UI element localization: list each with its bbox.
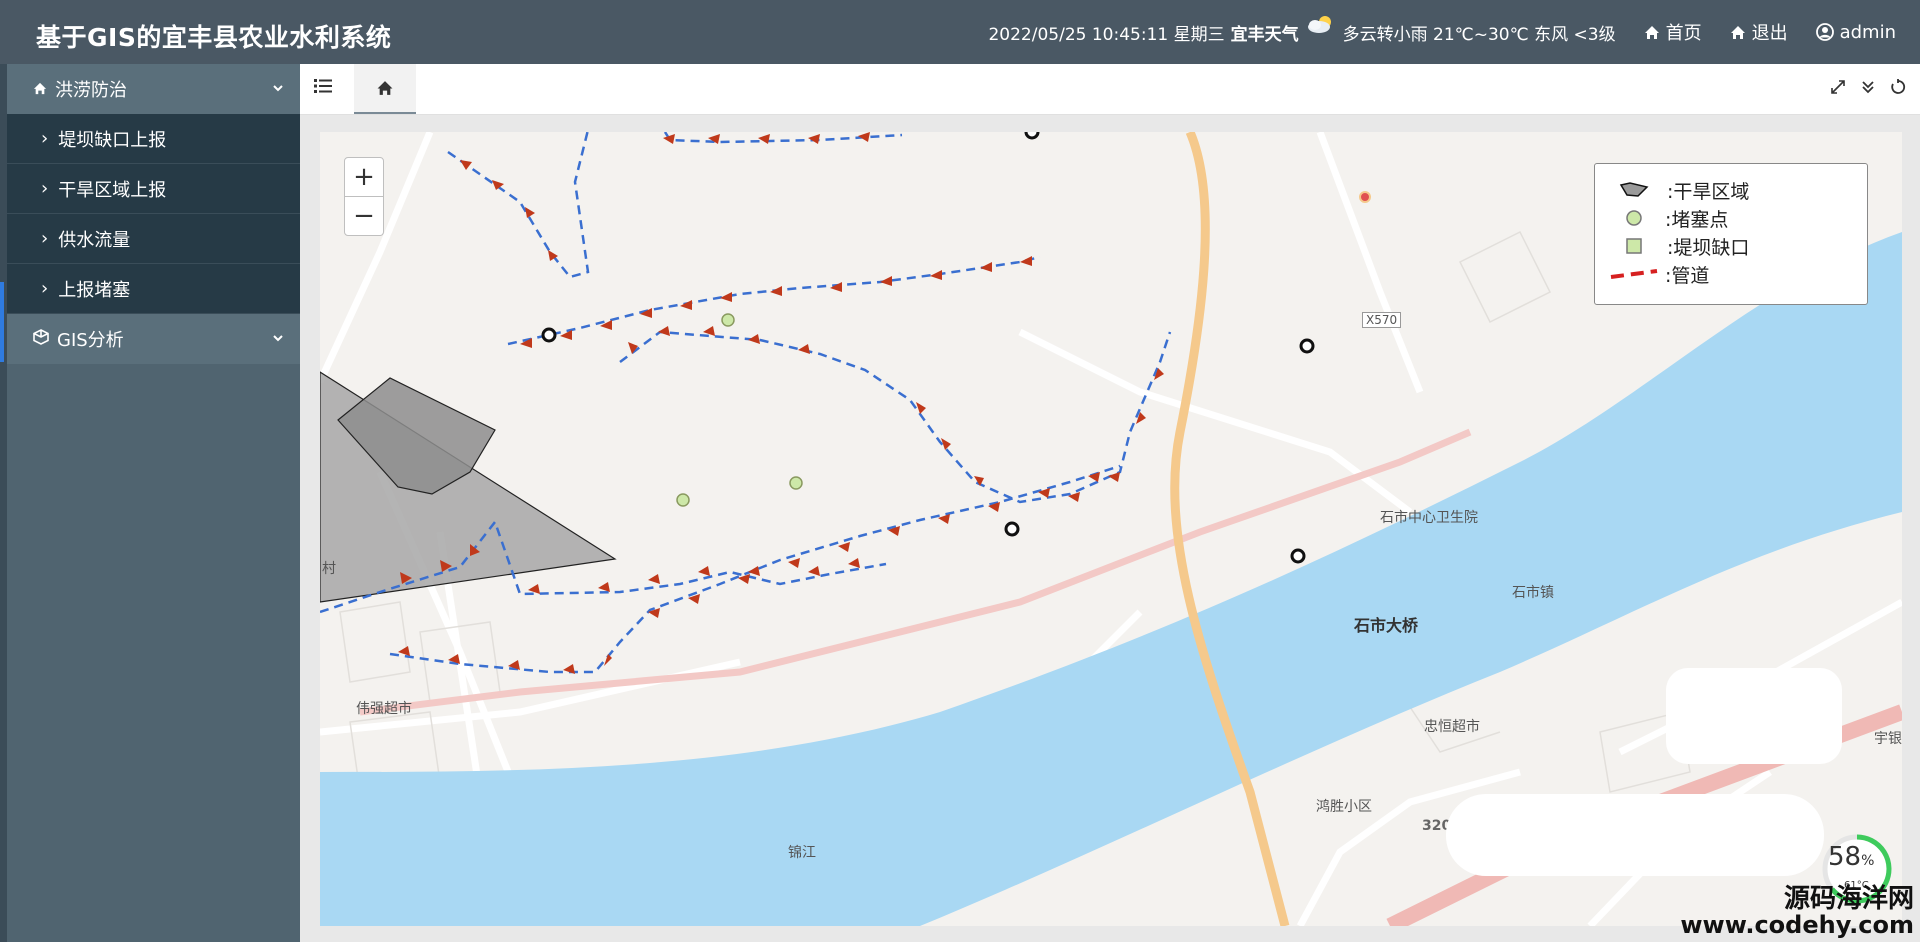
tab-bar (300, 64, 1920, 115)
logout-link[interactable]: 退出 (1730, 19, 1788, 45)
legend-label: :管道 (1665, 264, 1710, 287)
sidebar-item-water-flow[interactable]: › 供水流量 (7, 214, 300, 264)
top-header: 基于GIS的宜丰县农业水利系统 2022/05/25 10:45:11 星期三 … (0, 0, 1920, 64)
sidebar-item-blockage[interactable]: › 上报堵塞 (7, 264, 300, 314)
sidebar-item-dam-gap[interactable]: › 堤坝缺口上报 (7, 114, 300, 164)
watermark-line: www.codehy.com (1680, 910, 1914, 939)
sidebar-group-gis[interactable]: GIS分析 (7, 314, 300, 364)
app-title: 基于GIS的宜丰县农业水利系统 (36, 23, 392, 52)
active-marker (0, 282, 4, 362)
sidebar-group-label: 洪涝防治 (55, 80, 127, 101)
gis-map[interactable]: X570 石市中心卫生院 石市镇 石市大桥 伟强超市 忠恒超市 鸿胜小区 锦江 … (320, 132, 1902, 926)
polygon-icon (1609, 181, 1659, 199)
chevron-right-icon: › (41, 278, 49, 299)
tab-tools (1830, 79, 1906, 99)
chevron-right-icon: › (41, 128, 49, 149)
expand-icon (1831, 80, 1845, 94)
sidebar-group-label: GIS分析 (57, 330, 124, 351)
user-circle-icon (1815, 23, 1834, 41)
watermark-line: 源码海洋网 (1783, 883, 1914, 914)
home-icon (1644, 25, 1659, 39)
map-label-poi: 宇银 (1874, 731, 1902, 747)
gauge-percent: 58 (1828, 842, 1862, 872)
map-label-village: 村 (322, 561, 336, 577)
user-name: admin (1839, 21, 1896, 43)
sidebar-item-label: 供水流量 (58, 229, 131, 251)
home-link[interactable]: 首页 (1644, 19, 1702, 45)
tab-home[interactable] (354, 64, 416, 114)
header-right: 2022/05/25 10:45:11 星期三 宜丰天气 多云转小雨 21℃~3… (988, 0, 1896, 64)
datetime: 2022/05/25 10:45:11 星期三 (988, 24, 1225, 45)
chevron-right-icon: › (41, 228, 49, 249)
map-label-supermarket: 忠恒超市 (1424, 719, 1480, 735)
menu-toggle-button[interactable] (314, 78, 332, 98)
legend-item-dam-gap: :堤坝缺口 (1609, 232, 1749, 260)
legend-item-pipeline: :管道 (1609, 260, 1709, 288)
zoom-in-button[interactable]: + (345, 158, 383, 196)
map-label-town: 石市镇 (1512, 585, 1554, 601)
info-popup (1666, 668, 1842, 764)
zoom-out-button[interactable]: − (345, 196, 383, 235)
map-label-river: 锦江 (788, 845, 816, 861)
legend-item-drought: :干旱区域 (1609, 176, 1749, 204)
sidebar-item-label: 上报堵塞 (58, 279, 131, 301)
tab-options-button[interactable] (1860, 79, 1876, 99)
home-icon (1730, 25, 1745, 39)
watermark: 源码海洋网 www.codehy.com (1680, 883, 1914, 939)
home-link-label: 首页 (1665, 23, 1702, 44)
legend-label: :堤坝缺口 (1667, 236, 1750, 259)
gauge-unit: % (1861, 853, 1875, 869)
map-label-community: 鸿胜小区 (1316, 799, 1372, 815)
sidebar-submenu: › 堤坝缺口上报 › 干旱区域上报 › 供水流量 › 上报堵塞 (7, 114, 300, 314)
list-icon (314, 79, 332, 93)
sidebar-group-flood[interactable]: 洪涝防治 (7, 64, 300, 114)
home-icon (377, 81, 393, 95)
chevron-right-icon: › (41, 178, 49, 199)
dashed-line-icon (1609, 267, 1659, 281)
chevron-down-icon (272, 328, 284, 349)
map-label-supermarket: 伟强超市 (356, 701, 412, 717)
poi-marker (1359, 191, 1371, 203)
cube-icon (33, 328, 49, 350)
home-icon (33, 79, 47, 100)
chevron-down-icon (272, 78, 284, 99)
legend-label: :干旱区域 (1667, 180, 1750, 203)
map-label-clinic: 石市中心卫生院 (1380, 510, 1478, 526)
double-chevron-down-icon (1862, 81, 1874, 94)
info-popup (1446, 794, 1824, 876)
sidebar: 洪涝防治 › 堤坝缺口上报 › 干旱区域上报 › 供水流量 › 上报堵塞 GIS… (0, 64, 300, 942)
cloud-rain-icon (1305, 13, 1337, 42)
logout-link-label: 退出 (1751, 23, 1788, 44)
refresh-button[interactable] (1890, 79, 1906, 99)
refresh-icon (1891, 79, 1906, 94)
map-road-x570 (1170, 132, 1290, 926)
legend-label: :堵塞点 (1665, 208, 1729, 231)
circle-icon (1609, 208, 1659, 228)
fullscreen-button[interactable] (1830, 79, 1846, 99)
zoom-control: + − (344, 157, 384, 236)
sidebar-item-label: 堤坝缺口上报 (58, 129, 167, 151)
blockage-points[interactable] (676, 313, 803, 507)
legend-item-blockage: :堵塞点 (1609, 204, 1728, 232)
gauge-value: 58% (1828, 842, 1874, 872)
weather-label: 宜丰天气 (1230, 24, 1299, 45)
sidebar-strip (0, 64, 7, 942)
map-legend: :干旱区域 :堵塞点 :堤坝缺口 :管道 (1594, 163, 1868, 305)
weather-desc: 多云转小雨 21℃~30℃ 东风 <3级 (1342, 24, 1616, 45)
sidebar-item-drought[interactable]: › 干旱区域上报 (7, 164, 300, 214)
square-icon (1609, 236, 1659, 256)
map-label-bridge: 石市大桥 (1354, 616, 1419, 635)
road-label-x570: X570 (1362, 312, 1402, 328)
sidebar-item-label: 干旱区域上报 (58, 179, 167, 201)
user-menu[interactable]: admin (1815, 21, 1896, 43)
